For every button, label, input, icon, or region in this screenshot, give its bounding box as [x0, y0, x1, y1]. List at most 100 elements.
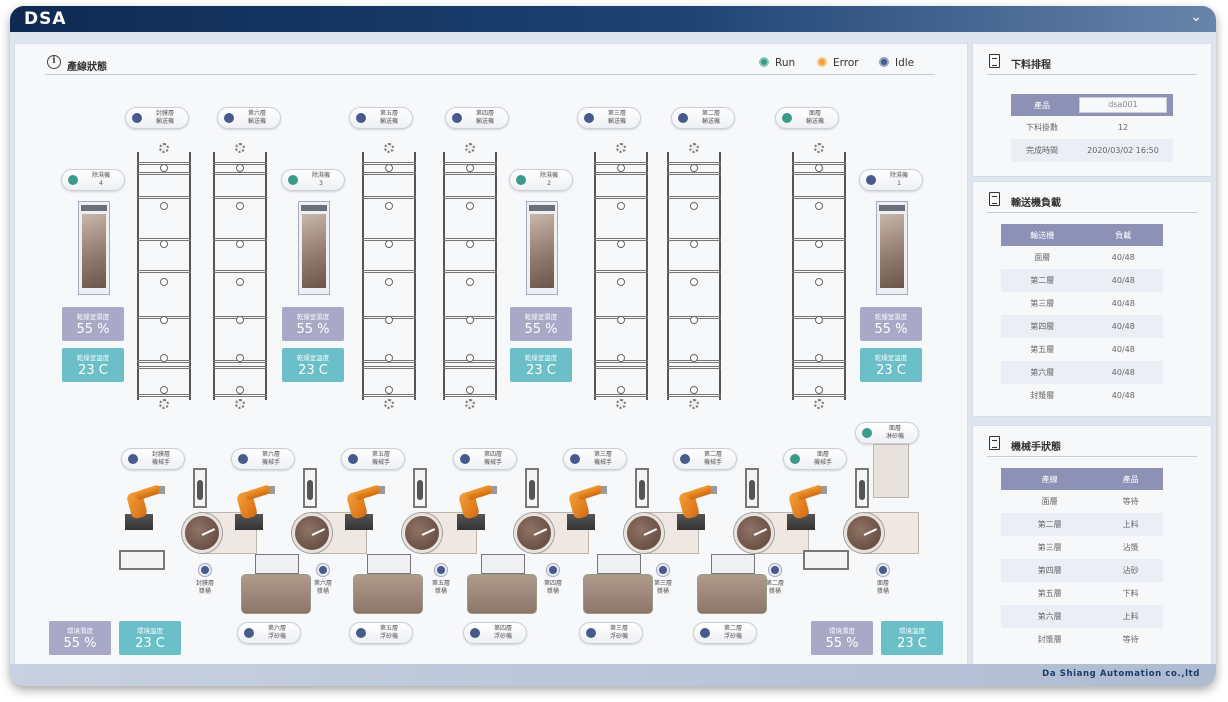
conveyor-6[interactable]: [792, 140, 846, 412]
dry-temp-value: 23 C: [78, 363, 108, 378]
divider: [987, 456, 1197, 457]
conveyor-2[interactable]: [362, 140, 416, 412]
tank-bowl: [734, 513, 774, 553]
slurry-stage-2[interactable]: 第五層 漿桶: [423, 564, 459, 608]
env-temp-gauge: 環境溫度 23 C: [881, 621, 943, 655]
product-field[interactable]: dsa001: [1079, 97, 1167, 113]
roller-icon: [160, 316, 168, 324]
robot-status-5-label: 第二層 機械手: [703, 451, 722, 466]
dehumidifier-status-1[interactable]: 除濕機 3: [281, 169, 345, 191]
sand-machine-status-4[interactable]: 第二層 浮砂機: [693, 622, 757, 644]
roller-icon: [385, 386, 393, 394]
sand-machine-0[interactable]: [241, 554, 311, 614]
sand-machine-status-0[interactable]: 第六層 浮砂機: [237, 622, 301, 644]
conveyor-status-4[interactable]: 第三層 輸送機: [577, 107, 641, 129]
conveyor-crossbar: [443, 394, 497, 397]
tank-bowl: [514, 513, 554, 553]
robot-status-2[interactable]: 第五層 機械手: [341, 448, 405, 470]
sand-machine-status-3[interactable]: 第三層 浮砂機: [579, 622, 643, 644]
env-temp-label: 環境溫度: [137, 627, 163, 635]
robot-gripper: [379, 486, 385, 494]
status-dot-icon: [244, 628, 254, 638]
dehumidifier-1[interactable]: [298, 201, 330, 295]
dehumidifier-status-2[interactable]: 除濕機 2: [509, 169, 573, 191]
roller-icon: [690, 164, 698, 172]
robot-arm-6[interactable]: [781, 484, 827, 530]
table-cell: 第五層: [1001, 582, 1099, 605]
robot-status-3[interactable]: 第四層 機械手: [453, 448, 517, 470]
slurry-stage-0[interactable]: 封膜層 漿桶: [187, 564, 223, 608]
conveyor-crossbar: [137, 270, 191, 273]
conveyor-crossbar: [137, 394, 191, 397]
conveyor-crossbar: [362, 394, 416, 397]
robot-status-0-label: 封膜層 機械手: [151, 451, 170, 466]
tower-part: [529, 480, 535, 500]
shower-status[interactable]: 面層 淋砂機: [855, 422, 919, 444]
conveyor-crossbar: [667, 394, 721, 397]
table-cell: 第六層: [1001, 605, 1099, 628]
robot-arm-4[interactable]: [561, 484, 607, 530]
finish-label: 完成時間: [1011, 139, 1073, 162]
status-dot-icon: [586, 628, 596, 638]
sand-shower[interactable]: [873, 444, 909, 498]
conveyor-status-1[interactable]: 第六層 輸送機: [217, 107, 281, 129]
robot-arm-2[interactable]: [339, 484, 385, 530]
slurry-tank-6[interactable]: [844, 512, 919, 554]
load-row: 面層 40/48: [1001, 246, 1163, 269]
conveyor-4[interactable]: [594, 140, 648, 412]
conveyor-crossbar: [443, 366, 497, 369]
gear-icon: [235, 143, 245, 153]
robot-status-4[interactable]: 第三層 機械手: [563, 448, 627, 470]
robot-upper-arm: [466, 484, 494, 501]
sand-machine-3[interactable]: [583, 554, 653, 614]
roller-icon: [236, 202, 244, 210]
roller-icon: [160, 240, 168, 248]
column-header: 產品: [1098, 468, 1163, 490]
dehumidifier-2[interactable]: [526, 201, 558, 295]
dehumidifier-status-0[interactable]: 除濕機 4: [61, 169, 125, 191]
conveyor-1[interactable]: [213, 140, 267, 412]
tower-part: [417, 480, 423, 500]
sand-machine-2[interactable]: [467, 554, 537, 614]
table-cell: 第二層: [1001, 269, 1084, 292]
robot-status-1[interactable]: 第六層 機械手: [231, 448, 295, 470]
dehumidifier-status-3-label: 除濕機 1: [889, 172, 908, 187]
table-cell: 40/48: [1083, 246, 1163, 269]
robot-status-0[interactable]: 封膜層 機械手: [121, 448, 185, 470]
conveyor-status-2[interactable]: 第五層 輸送機: [349, 107, 413, 129]
conveyor-status-3[interactable]: 第四層 輸送機: [445, 107, 509, 129]
dehumidifier-status-3[interactable]: 除濕機 1: [859, 169, 923, 191]
conveyor-0[interactable]: [137, 140, 191, 412]
robot-arm-1[interactable]: [229, 484, 275, 530]
roller-icon: [236, 316, 244, 324]
table-cell: 第四層: [1001, 559, 1099, 582]
chevron-down-icon[interactable]: ⌄: [1190, 9, 1202, 25]
robot-status-5[interactable]: 第二層 機械手: [673, 448, 737, 470]
idle-dot-icon: [317, 564, 329, 576]
tank-bowl: [402, 513, 442, 553]
robot-arm-0[interactable]: [119, 484, 165, 530]
conveyor-status-0[interactable]: 封膜層 輸送機: [125, 107, 189, 129]
status-dot-icon: [224, 113, 234, 123]
conveyor-crossbar: [213, 172, 267, 175]
table-cell: 沾漿: [1098, 536, 1163, 559]
sand-machine-status-1[interactable]: 第五層 浮砂機: [349, 622, 413, 644]
sand-machine-status-2[interactable]: 第四層 浮砂機: [463, 622, 527, 644]
schedule-table: 產品 dsa001 下料掛數 12 完成時間 2020/03/02 16:50: [1011, 94, 1173, 162]
robot-status-6[interactable]: 面層 機械手: [783, 448, 847, 470]
robot-arm-3[interactable]: [451, 484, 497, 530]
robot-status-row: 第四層 沾砂: [1001, 559, 1163, 582]
conveyor-status-6[interactable]: 面層 輸送機: [775, 107, 839, 129]
conveyor-5[interactable]: [667, 140, 721, 412]
conveyor-crossbar: [213, 196, 267, 199]
conveyor-status-5[interactable]: 第二層 輸送機: [671, 107, 735, 129]
dehumidifier-0[interactable]: [78, 201, 110, 295]
roller-icon: [466, 354, 474, 362]
slurry-stage-6[interactable]: 面層 漿桶: [865, 564, 901, 608]
sand-machine-1[interactable]: [353, 554, 423, 614]
robot-arm-5[interactable]: [671, 484, 717, 530]
sand-machine-4[interactable]: [697, 554, 767, 614]
slurry-stage-3[interactable]: 第四層 漿桶: [535, 564, 571, 608]
conveyor-3[interactable]: [443, 140, 497, 412]
dehumidifier-3[interactable]: [876, 201, 908, 295]
